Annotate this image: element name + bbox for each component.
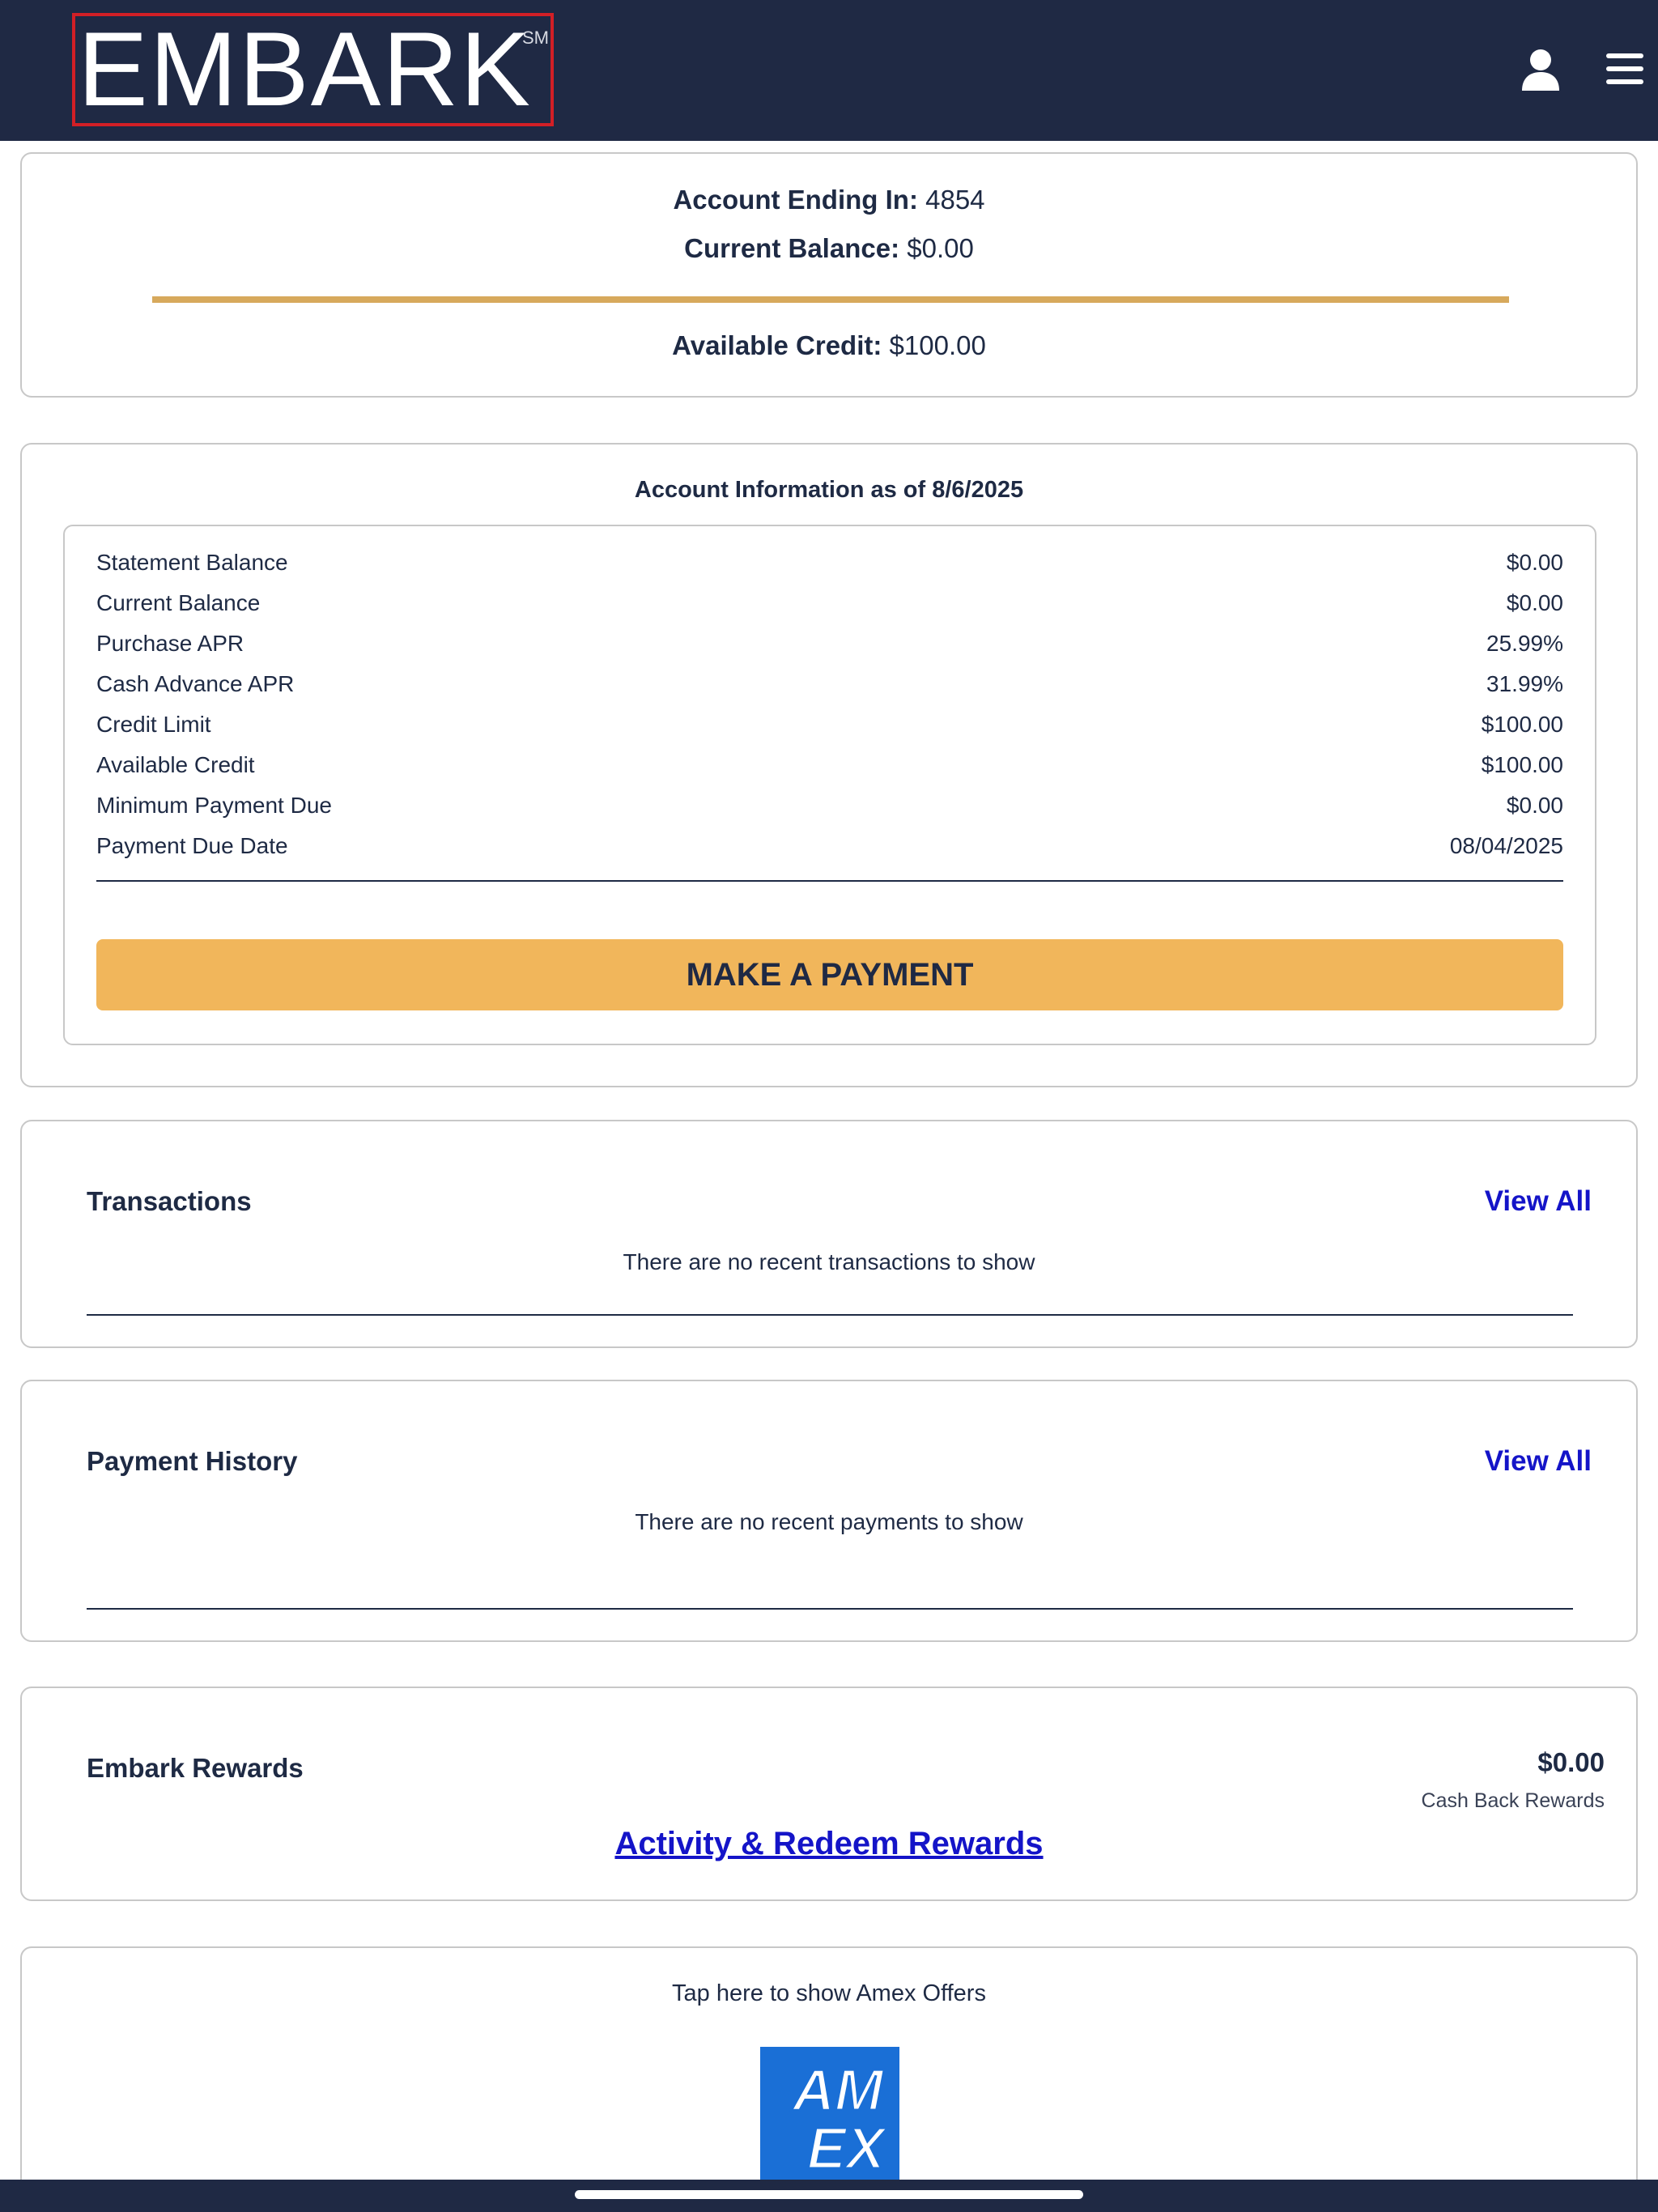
- current-balance: Current Balance: $0.00: [22, 233, 1636, 264]
- app-header: EMBARK SM: [0, 0, 1658, 141]
- payment-history-empty-message: There are no recent payments to show: [635, 1509, 1023, 1534]
- transactions-view-all-link[interactable]: View All: [1485, 1185, 1592, 1218]
- info-value: $100.00: [1481, 712, 1563, 737]
- activity-redeem-rewards-link[interactable]: Activity & Redeem Rewards: [22, 1826, 1636, 1862]
- info-value: $100.00: [1481, 752, 1563, 777]
- amex-offers-card[interactable]: Tap here to show Amex Offers AM EX: [20, 1946, 1638, 2212]
- info-value: $0.00: [1506, 550, 1563, 575]
- available-credit-value: $100.00: [889, 330, 986, 360]
- transactions-empty-message: There are no recent transactions to show: [623, 1249, 1035, 1274]
- logo-text: EMBARK: [78, 10, 533, 128]
- info-label: Statement Balance: [96, 550, 288, 575]
- info-row: Minimum Payment Due $0.00: [96, 785, 1563, 826]
- rewards-amount-label: Cash Back Rewards: [1421, 1789, 1605, 1812]
- account-ending: Account Ending In: 4854: [22, 185, 1636, 215]
- info-label: Current Balance: [96, 590, 261, 615]
- transactions-title: Transactions: [87, 1186, 252, 1216]
- account-ending-value: 4854: [925, 185, 985, 215]
- info-value: 25.99%: [1486, 631, 1563, 656]
- make-payment-button[interactable]: MAKE A PAYMENT: [96, 939, 1563, 1010]
- amex-offers-prompt[interactable]: Tap here to show Amex Offers: [22, 1980, 1636, 2007]
- amex-logo-line1: AM: [791, 2058, 885, 2123]
- info-label: Credit Limit: [96, 712, 211, 737]
- info-divider: [96, 880, 1563, 882]
- info-row: Cash Advance APR 31.99%: [96, 664, 1563, 704]
- info-row: Statement Balance $0.00: [96, 542, 1563, 583]
- available-credit-label: Available Credit:: [672, 330, 882, 360]
- transactions-divider: [87, 1314, 1573, 1316]
- current-balance-label: Current Balance:: [684, 233, 900, 263]
- info-label: Payment Due Date: [96, 833, 288, 858]
- rewards-card: Embark Rewards $0.00 Cash Back Rewards A…: [20, 1687, 1638, 1901]
- info-label: Available Credit: [96, 752, 255, 777]
- info-value: $0.00: [1506, 793, 1563, 818]
- amex-logo-mark: AM EX: [790, 2057, 890, 2183]
- payment-history-divider: [87, 1608, 1573, 1610]
- info-label: Purchase APR: [96, 631, 244, 656]
- user-icon[interactable]: [1520, 49, 1561, 91]
- info-label: Minimum Payment Due: [96, 793, 332, 818]
- available-credit: Available Credit: $100.00: [22, 330, 1636, 361]
- account-summary-card: Account Ending In: 4854 Current Balance:…: [20, 152, 1638, 398]
- page: EMBARK SM Account Ending In: 4854 Curren…: [0, 0, 1658, 2212]
- payment-history-title: Payment History: [87, 1446, 298, 1476]
- amex-logo-line2: EX: [807, 2116, 888, 2181]
- menu-icon[interactable]: [1606, 52, 1643, 86]
- payment-history-view-all-link[interactable]: View All: [1485, 1445, 1592, 1478]
- info-value: 08/04/2025: [1449, 833, 1563, 858]
- info-value: 31.99%: [1486, 671, 1563, 696]
- amex-logo: AM EX: [760, 2047, 899, 2183]
- rewards-title: Embark Rewards: [87, 1753, 304, 1783]
- logo-service-mark: SM: [522, 28, 549, 48]
- transactions-card: Transactions View All There are no recen…: [20, 1120, 1638, 1348]
- info-value: $0.00: [1506, 590, 1563, 615]
- info-row: Credit Limit $100.00: [96, 704, 1563, 745]
- info-row: Available Credit $100.00: [96, 745, 1563, 785]
- rewards-amount: $0.00: [1537, 1747, 1605, 1777]
- account-info-panel: Statement Balance $0.00 Current Balance …: [63, 525, 1596, 1045]
- account-ending-label: Account Ending In:: [673, 185, 918, 215]
- current-balance-value: $0.00: [907, 233, 974, 263]
- home-indicator[interactable]: [575, 2190, 1083, 2199]
- info-row: Current Balance $0.00: [96, 583, 1563, 623]
- info-label: Cash Advance APR: [96, 671, 295, 696]
- account-info-title: Account Information as of 8/6/2025: [634, 477, 1024, 503]
- info-row: Payment Due Date 08/04/2025: [96, 826, 1563, 866]
- logo[interactable]: EMBARK SM: [72, 13, 554, 126]
- account-information-card: Account Information as of 8/6/2025 State…: [20, 443, 1638, 1087]
- payment-history-card: Payment History View All There are no re…: [20, 1380, 1638, 1642]
- divider-bar: [152, 296, 1509, 303]
- info-row: Purchase APR 25.99%: [96, 623, 1563, 664]
